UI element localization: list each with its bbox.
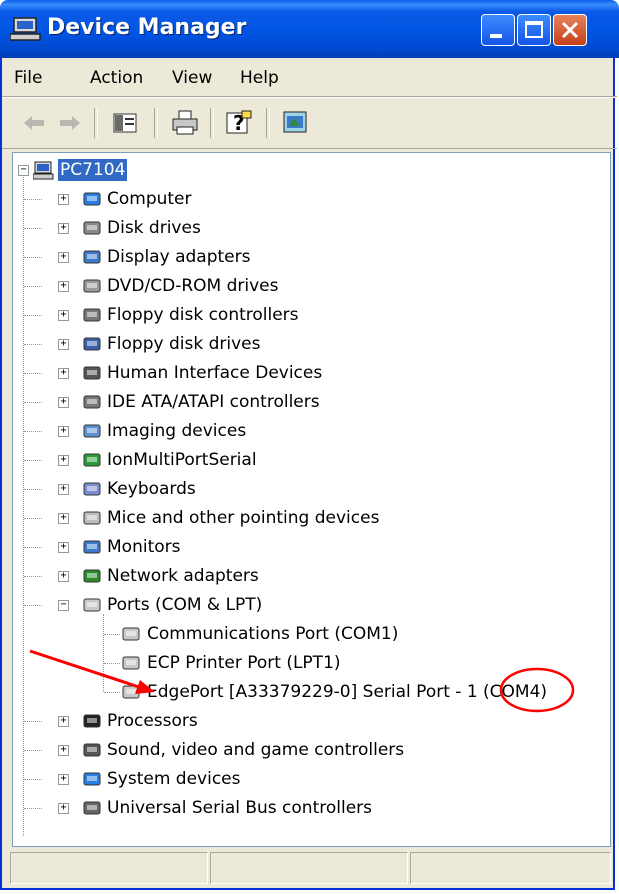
- annotation-arrowhead-icon: [135, 680, 155, 694]
- annotation-overlay: [29, 649, 575, 713]
- annotation-circle: [499, 667, 575, 713]
- annotation-arrow: [29, 649, 143, 690]
